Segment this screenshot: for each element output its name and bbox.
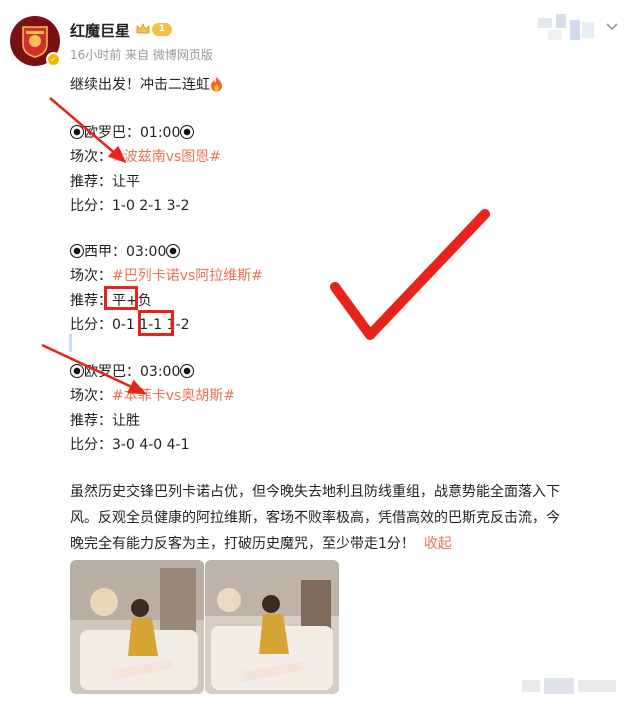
photo-image bbox=[205, 560, 339, 694]
score-value: 0-1 bbox=[112, 317, 135, 333]
analysis-paragraph: 虽然历史交锋巴列卡诺占优，但今晚失去地利且防线重组，战意势能全面落入下 风。反观… bbox=[70, 479, 620, 557]
fixture-3-pick: 推荐：让胜 bbox=[70, 410, 140, 430]
post-meta: 16小时前 来自 微博网页版 bbox=[70, 48, 213, 62]
pick-value: 让平 bbox=[112, 174, 140, 190]
highlight-box bbox=[138, 310, 174, 336]
photo-image bbox=[70, 560, 204, 694]
collapse-link[interactable]: 收起 bbox=[424, 536, 452, 552]
soccer-ball-icon bbox=[70, 364, 84, 378]
fixture-1-league: 欧罗巴：01:00 bbox=[70, 122, 195, 142]
checkmark-icon bbox=[330, 209, 490, 340]
fire-icon bbox=[211, 77, 222, 92]
soccer-ball-icon bbox=[70, 125, 84, 139]
soccer-ball-icon bbox=[180, 125, 195, 139]
crest-icon bbox=[22, 26, 48, 58]
analysis-line-text: 晚完全有能力反客为主，打破历史魔咒，至少带走1分！ bbox=[70, 536, 415, 552]
vip-badge: 1 bbox=[152, 23, 172, 36]
post-intro: 继续出发！冲击二连虹 bbox=[70, 74, 223, 94]
chevron-down-icon[interactable] bbox=[604, 18, 620, 34]
topic-tag-link[interactable]: #巴列卡诺vs阿拉维斯# bbox=[112, 268, 263, 284]
highlight-box bbox=[104, 286, 138, 310]
league-text: 欧罗巴：03:00 bbox=[84, 364, 181, 380]
fixture-3-scores: 比分：3-0 4-0 4-1 bbox=[70, 434, 190, 454]
crown-icon bbox=[136, 23, 150, 34]
match-label: 场次： bbox=[70, 149, 112, 165]
post-photo-2[interactable] bbox=[205, 560, 339, 694]
league-text: 西甲：03:00 bbox=[84, 244, 167, 260]
username[interactable]: 红魔巨星 bbox=[70, 20, 130, 41]
fixture-1-pick: 推荐：让平 bbox=[70, 171, 140, 191]
verified-icon: ✓ bbox=[46, 52, 61, 67]
analysis-line: 晚完全有能力反客为主，打破历史魔咒，至少带走1分！ 收起 bbox=[70, 531, 620, 557]
intro-text: 继续出发！冲击二连虹 bbox=[70, 77, 210, 93]
score-values: 1-0 2-1 3-2 bbox=[112, 198, 190, 214]
blurred-watermark bbox=[520, 676, 620, 696]
topic-tag-link[interactable]: #波兹南vs图恩# bbox=[112, 149, 221, 165]
score-label: 比分： bbox=[70, 437, 112, 453]
match-label: 场次： bbox=[70, 388, 112, 404]
score-label: 比分： bbox=[70, 198, 112, 214]
post-photo-1[interactable] bbox=[70, 560, 204, 694]
fixture-3-league: 欧罗巴：03:00 bbox=[70, 361, 195, 381]
analysis-line: 虽然历史交锋巴列卡诺占优，但今晚失去地利且防线重组，战意势能全面落入下 bbox=[70, 484, 560, 500]
fixture-2-match: 场次：#巴列卡诺vs阿拉维斯# bbox=[70, 265, 263, 285]
soccer-ball-icon bbox=[70, 244, 84, 258]
soccer-ball-icon bbox=[166, 244, 181, 258]
fixture-1-match: 场次：#波兹南vs图恩# bbox=[70, 146, 221, 166]
league-text: 欧罗巴：01:00 bbox=[84, 125, 181, 141]
score-label: 比分： bbox=[70, 317, 112, 333]
pick-value: 让胜 bbox=[112, 413, 140, 429]
topic-tag-link[interactable]: #本菲卡vs奥胡斯# bbox=[112, 388, 235, 404]
blurred-follow-area bbox=[538, 14, 594, 40]
analysis-line: 风。反观全员健康的阿拉维斯，客场不败率极高，凭借高效的巴斯克反击流，今 bbox=[70, 510, 560, 526]
soccer-ball-icon bbox=[180, 364, 195, 378]
pick-label: 推荐： bbox=[70, 413, 112, 429]
fixture-3-match: 场次：#本菲卡vs奥胡斯# bbox=[70, 385, 235, 405]
pick-label: 推荐： bbox=[70, 174, 112, 190]
fixture-2-league: 西甲：03:00 bbox=[70, 241, 181, 261]
score-values: 3-0 4-0 4-1 bbox=[112, 437, 190, 453]
match-label: 场次： bbox=[70, 268, 112, 284]
fixture-1-scores: 比分：1-0 2-1 3-2 bbox=[70, 195, 190, 215]
text-cursor-marker bbox=[69, 334, 72, 352]
